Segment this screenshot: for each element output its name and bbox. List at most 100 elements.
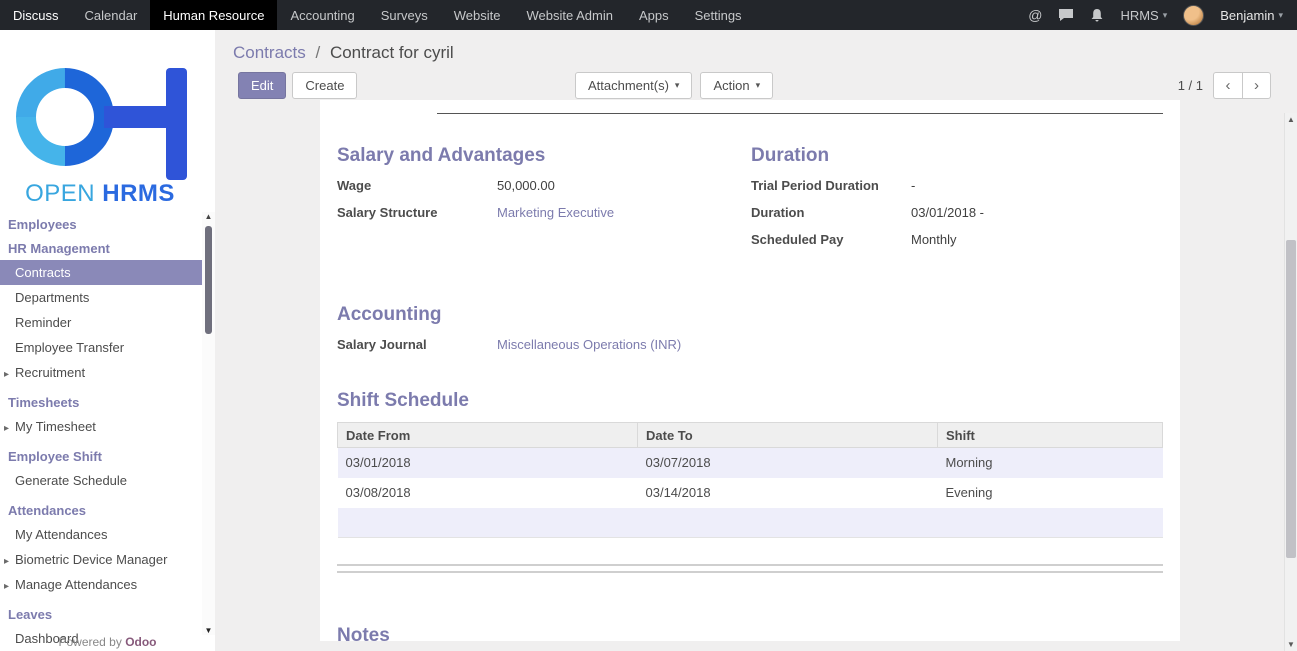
record-pager: 1 / 1 ‹ ›: [1178, 72, 1271, 99]
sidebar-header-attendances[interactable]: Attendances: [0, 498, 202, 522]
logo-wordmark: OPEN HRMS: [0, 180, 200, 208]
pager-previous-button[interactable]: ‹: [1213, 72, 1242, 99]
chevron-right-icon: ›: [1254, 77, 1259, 94]
cell-shift[interactable]: Evening: [938, 478, 1163, 508]
sidebar-item-generate-schedule[interactable]: Generate Schedule: [0, 468, 202, 493]
column-header-date-to[interactable]: Date To: [638, 423, 938, 448]
cell-date-to[interactable]: [638, 508, 938, 538]
topbar-right-group: @ HRMS ▾ Benjamin ▾: [1028, 0, 1297, 30]
sidebar-item-label: Manage Attendances: [15, 577, 137, 592]
sidebar-item-label: Recruitment: [15, 365, 85, 380]
column-header-shift[interactable]: Shift: [938, 423, 1163, 448]
menu-human-resource[interactable]: Human Resource: [150, 0, 277, 30]
scroll-down-icon[interactable]: ▼: [202, 626, 215, 635]
odoo-brand-link[interactable]: Odoo: [125, 635, 156, 649]
sidebar-item-reminder[interactable]: Reminder: [0, 310, 202, 335]
table-row[interactable]: 03/08/2018 03/14/2018 Evening: [338, 478, 1163, 508]
user-avatar[interactable]: [1183, 5, 1204, 26]
salary-journal-field: Salary Journal Miscellaneous Operations …: [337, 336, 1163, 354]
notes-section-title: Notes: [337, 625, 1163, 647]
sidebar-menu: Employees HR Management Contracts Depart…: [0, 212, 202, 651]
chat-icon[interactable]: [1058, 8, 1074, 22]
salary-structure-link[interactable]: Marketing Executive: [497, 204, 614, 222]
sidebar-item-manage-attendances[interactable]: ▸ Manage Attendances: [0, 572, 202, 597]
duration-label: Duration: [751, 204, 911, 222]
duration-section-title: Duration: [751, 145, 1163, 167]
hrms-dropdown[interactable]: HRMS ▾: [1120, 8, 1167, 23]
powered-by: Powered by Odoo: [0, 635, 215, 649]
expand-arrow-icon: ▸: [4, 553, 9, 570]
menu-apps[interactable]: Apps: [626, 0, 682, 30]
salary-journal-link[interactable]: Miscellaneous Operations (INR): [497, 336, 681, 354]
wage-value: 50,000.00: [497, 177, 555, 195]
main-scrollbar[interactable]: ▲ ▼: [1284, 113, 1297, 651]
user-menu[interactable]: Benjamin ▾: [1220, 8, 1283, 23]
sidebar-header-timesheets[interactable]: Timesheets: [0, 390, 202, 414]
action-label: Action: [713, 78, 749, 93]
cell-date-from[interactable]: [338, 508, 638, 538]
logo-text-open: OPEN: [25, 180, 95, 207]
cell-date-from[interactable]: 03/01/2018: [338, 448, 638, 478]
sidebar-header-leaves[interactable]: Leaves: [0, 602, 202, 626]
menu-settings[interactable]: Settings: [682, 0, 755, 30]
logo-v-bar: [166, 68, 187, 180]
trial-period-label: Trial Period Duration: [751, 177, 911, 195]
scheduled-pay-field: Scheduled Pay Monthly: [751, 231, 1163, 249]
create-button[interactable]: Create: [292, 72, 357, 99]
sidebar-item-label: My Timesheet: [15, 419, 96, 434]
scroll-up-icon[interactable]: ▲: [202, 212, 215, 221]
accounting-section: Accounting Salary Journal Miscellaneous …: [337, 304, 1163, 354]
chevron-down-icon: ▾: [756, 80, 761, 91]
sidebar-item-recruitment[interactable]: ▸ Recruitment: [0, 360, 202, 385]
cell-shift[interactable]: [938, 508, 1163, 538]
edit-button[interactable]: Edit: [238, 72, 286, 99]
trial-period-value: -: [911, 177, 915, 195]
sidebar-scrollbar-thumb[interactable]: [205, 226, 212, 334]
menu-website-admin[interactable]: Website Admin: [513, 0, 625, 30]
menu-website[interactable]: Website: [441, 0, 514, 30]
sidebar-scrollbar[interactable]: ▲ ▼: [202, 212, 215, 635]
menu-surveys[interactable]: Surveys: [368, 0, 441, 30]
column-header-date-from[interactable]: Date From: [338, 423, 638, 448]
section-separator: [337, 564, 1163, 573]
shift-schedule-section: Shift Schedule Date From Date To Shift 0…: [337, 390, 1163, 538]
sidebar-item-employee-transfer[interactable]: Employee Transfer: [0, 335, 202, 360]
sidebar-item-biometric-device-manager[interactable]: ▸ Biometric Device Manager: [0, 547, 202, 572]
main-scrollbar-thumb[interactable]: [1286, 240, 1296, 558]
scroll-up-icon[interactable]: ▲: [1285, 115, 1297, 124]
sidebar-item-my-timesheet[interactable]: ▸ My Timesheet: [0, 414, 202, 439]
menu-calendar[interactable]: Calendar: [72, 0, 151, 30]
attachments-dropdown-button[interactable]: Attachment(s) ▾: [575, 72, 692, 99]
logo-h-bar: [104, 106, 170, 128]
wage-label: Wage: [337, 177, 497, 195]
sidebar-item-departments[interactable]: Departments: [0, 285, 202, 310]
sidebar-header-hr-management[interactable]: HR Management: [0, 236, 202, 260]
cell-date-from[interactable]: 03/08/2018: [338, 478, 638, 508]
sidebar-item-label: Biometric Device Manager: [15, 552, 167, 567]
sidebar-item-my-attendances[interactable]: My Attendances: [0, 522, 202, 547]
action-dropdown-button[interactable]: Action ▾: [700, 72, 773, 99]
powered-by-text: Powered by: [58, 635, 121, 649]
cell-date-to[interactable]: 03/07/2018: [638, 448, 938, 478]
cell-shift[interactable]: Morning: [938, 448, 1163, 478]
cell-date-to[interactable]: 03/14/2018: [638, 478, 938, 508]
trial-period-field: Trial Period Duration -: [751, 177, 1163, 195]
notebook-tab-border: [437, 113, 1163, 114]
menu-accounting[interactable]: Accounting: [277, 0, 367, 30]
chevron-down-icon: ▾: [675, 80, 680, 91]
table-row-empty[interactable]: [338, 508, 1163, 538]
breadcrumb-contracts-link[interactable]: Contracts: [233, 43, 306, 62]
sidebar-header-employees[interactable]: Employees: [0, 212, 202, 236]
pager-next-button[interactable]: ›: [1242, 72, 1271, 99]
scroll-down-icon[interactable]: ▼: [1285, 640, 1297, 649]
contract-form-sheet: Salary and Advantages Wage 50,000.00 Sal…: [320, 100, 1180, 641]
sidebar-item-contracts[interactable]: Contracts: [0, 260, 202, 285]
mentions-icon[interactable]: @: [1028, 7, 1042, 23]
table-row[interactable]: 03/01/2018 03/07/2018 Morning: [338, 448, 1163, 478]
sidebar-header-employee-shift[interactable]: Employee Shift: [0, 444, 202, 468]
bell-icon[interactable]: [1090, 8, 1104, 23]
duration-field: Duration 03/01/2018 -: [751, 204, 1163, 222]
table-header-row: Date From Date To Shift: [338, 423, 1163, 448]
salary-journal-label: Salary Journal: [337, 336, 497, 354]
menu-discuss[interactable]: Discuss: [0, 0, 72, 30]
